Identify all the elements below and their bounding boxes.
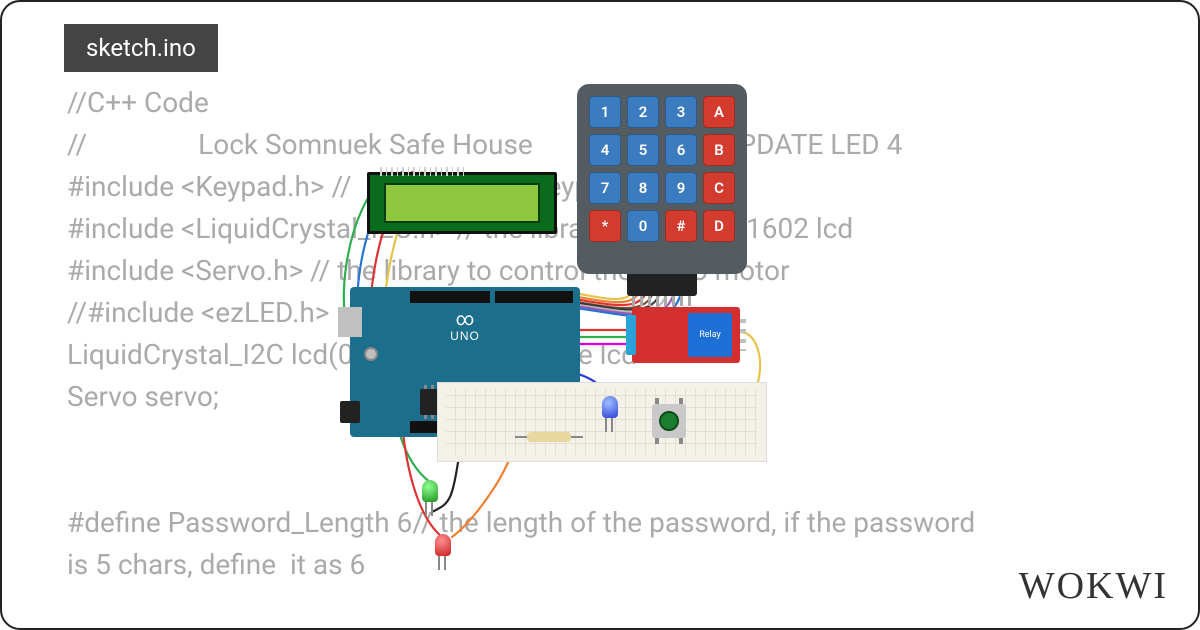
code-line: //C++ Code bbox=[67, 82, 1133, 124]
code-line: #include <Servo.h> // the library to con… bbox=[67, 250, 1133, 292]
file-tab[interactable]: sketch.ino bbox=[64, 24, 218, 72]
code-line: //#include <ezLED.h> bbox=[67, 292, 1133, 334]
code-line: #include <Keypad.h> // for keypad bbox=[67, 166, 1133, 208]
code-line: #define Password_Length 6// the length o… bbox=[67, 502, 1133, 544]
code-preview: //C++ Code// Lock Somnuek Safe House UPD… bbox=[67, 82, 1133, 586]
code-line: Servo servo; bbox=[67, 376, 1133, 418]
code-line bbox=[67, 418, 1133, 460]
file-tab-label: sketch.ino bbox=[86, 34, 196, 62]
code-line bbox=[67, 460, 1133, 502]
code-line: is 5 chars, define it as 6 bbox=[67, 544, 1133, 586]
project-card: sketch.ino //C++ Code// Lock Somnuek Saf… bbox=[0, 0, 1200, 630]
wokwi-logo: WOKWI bbox=[1019, 564, 1168, 608]
code-line: #include <LiquidCrystal_I2C.h> // the li… bbox=[67, 208, 1133, 250]
code-line: // Lock Somnuek Safe House UPDATE LED 4 bbox=[67, 124, 1133, 166]
code-line: LiquidCrystal_I2C lcd(0x27,16,2); // get… bbox=[67, 334, 1133, 376]
wokwi-logo-text: WOKWI bbox=[1019, 565, 1168, 607]
